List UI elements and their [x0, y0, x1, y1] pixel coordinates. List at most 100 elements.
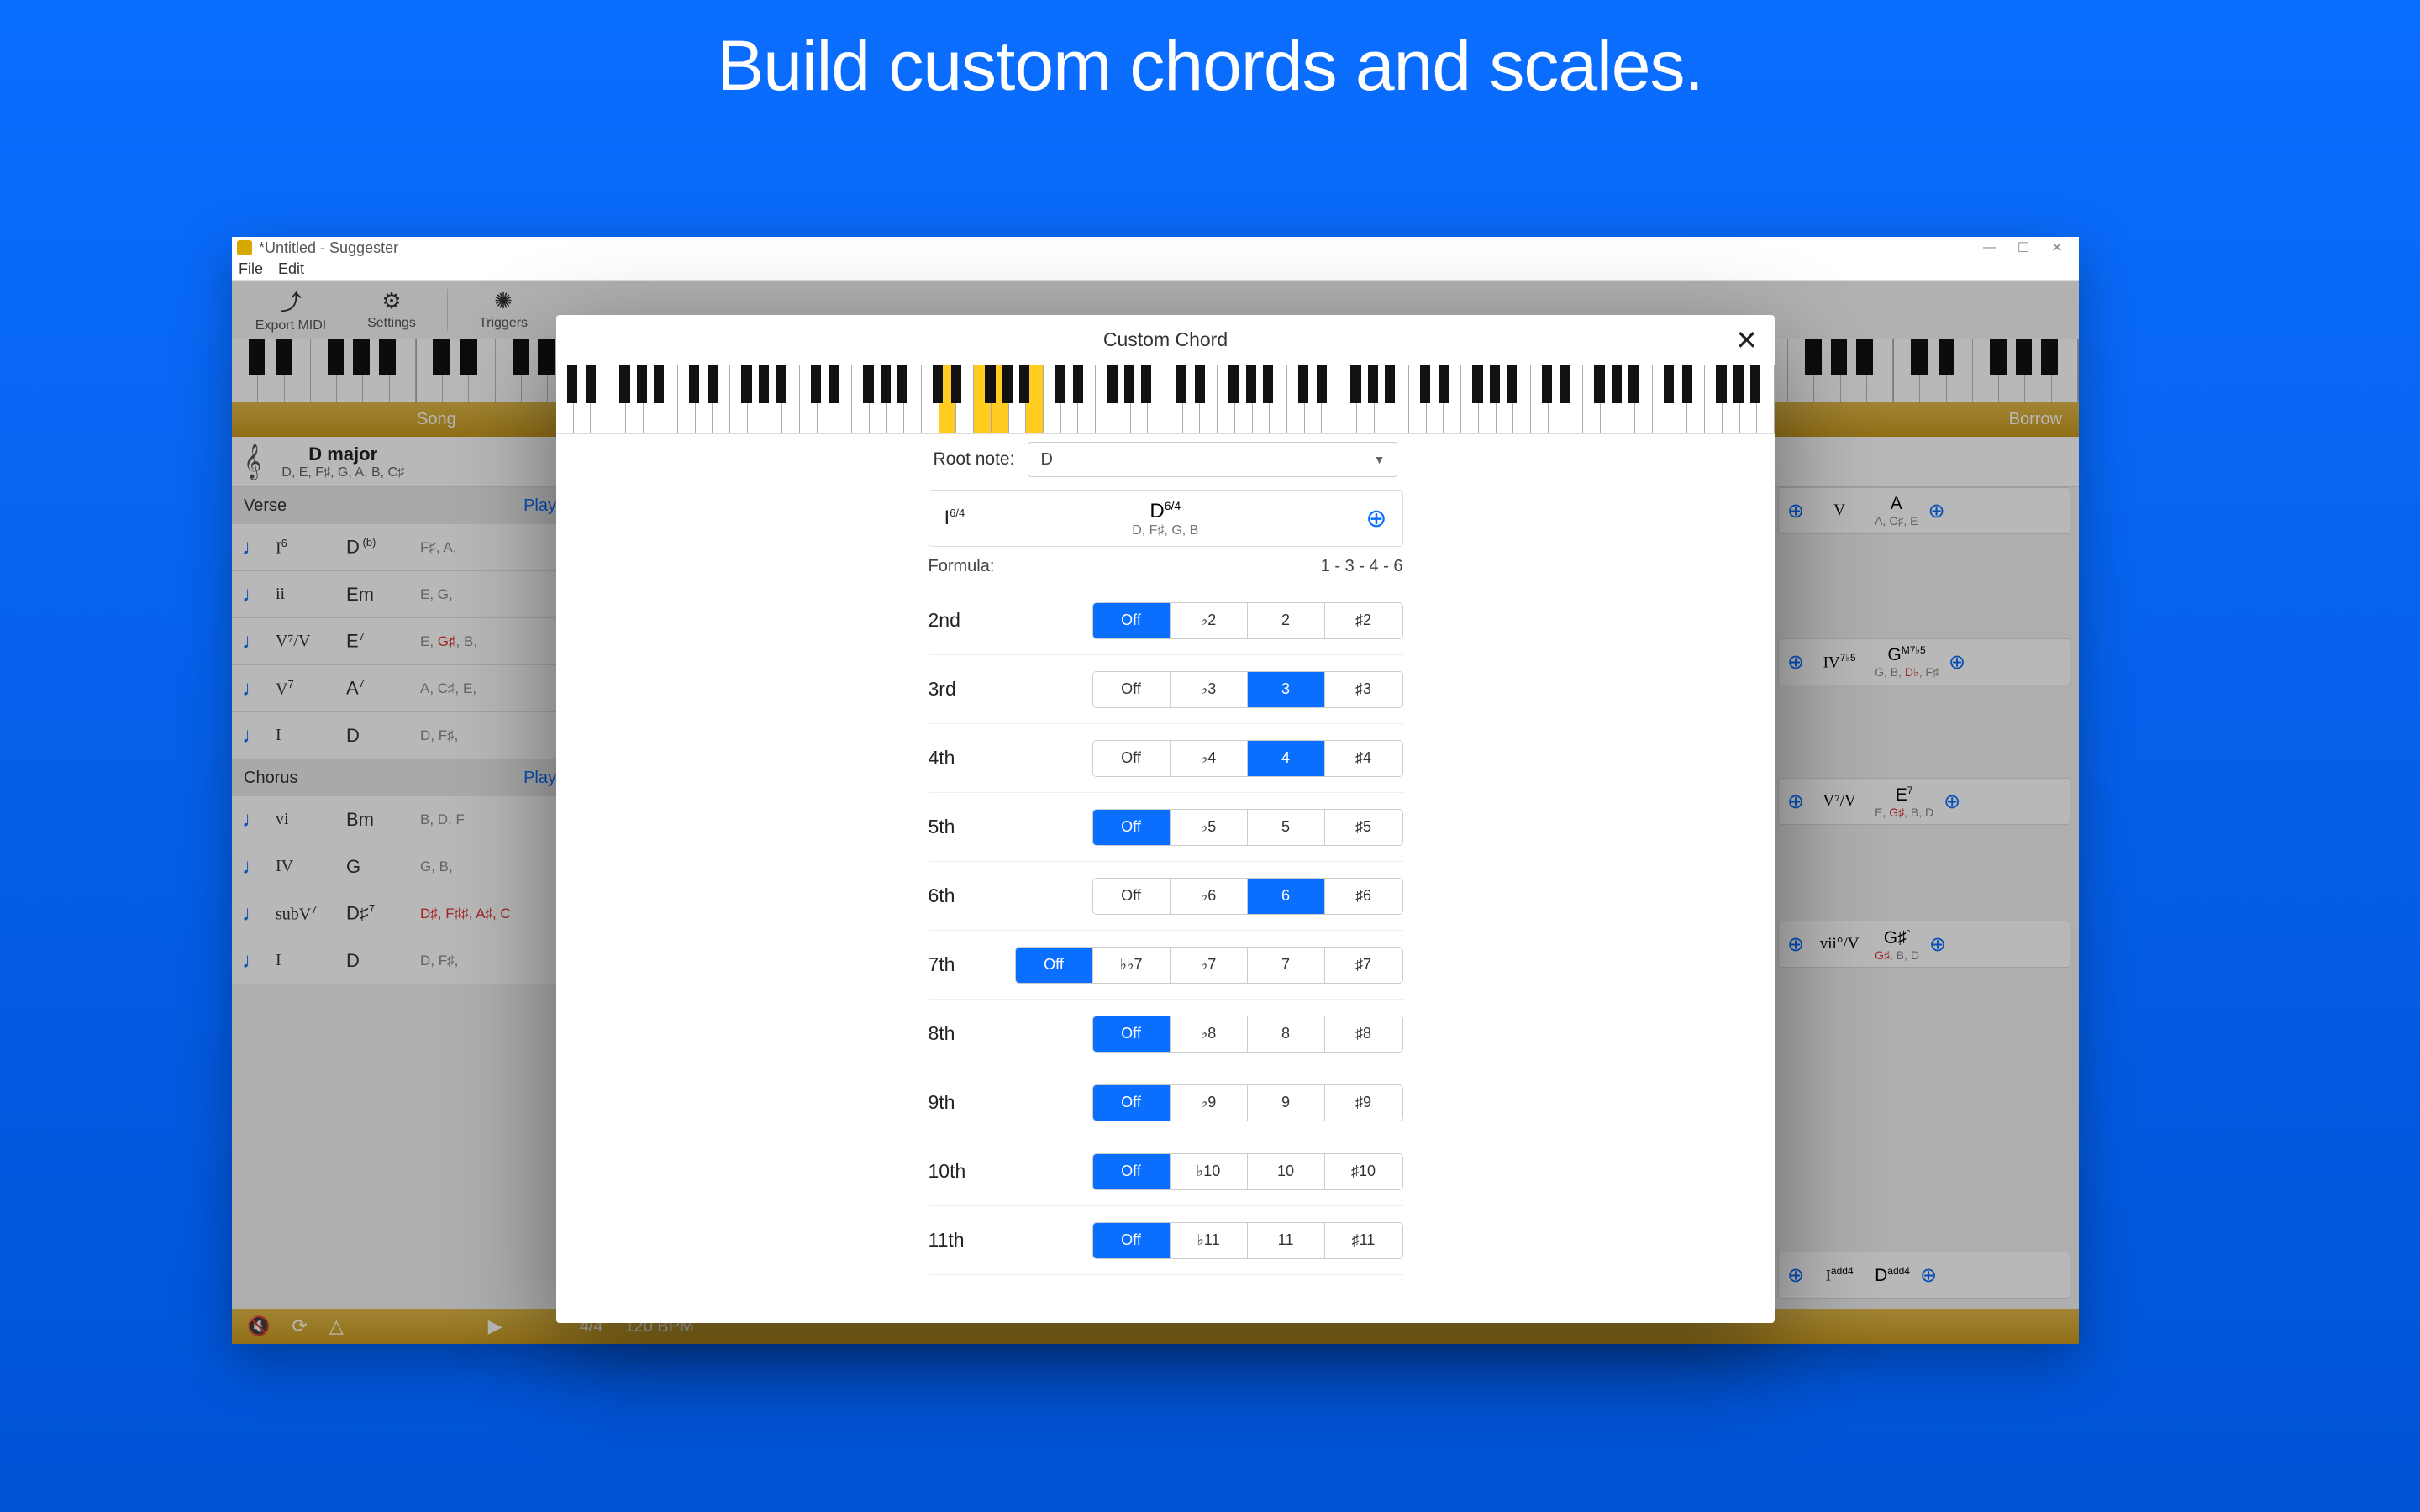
chord-row[interactable]: ♩I6D (b)F♯, A,	[232, 524, 568, 571]
minimize-button[interactable]: —	[1973, 240, 2007, 255]
chord-row[interactable]: ♩V7A7A, C♯, E,	[232, 665, 568, 712]
play-icon[interactable]: ▶	[488, 1315, 502, 1337]
add-icon[interactable]: ⊕	[1920, 1263, 1937, 1288]
segment-option[interactable]: ♯8	[1325, 1016, 1402, 1052]
segment-option[interactable]: Off	[1016, 948, 1093, 983]
segment-option[interactable]: ♯4	[1325, 741, 1402, 776]
modal-close-button[interactable]: ✕	[1735, 324, 1758, 356]
add-icon[interactable]: ⊕	[1787, 790, 1804, 814]
interval-segmented-control[interactable]: Off♭55♯5	[1092, 809, 1403, 846]
close-button[interactable]: ✕	[2040, 239, 2074, 256]
segment-option[interactable]: 10	[1248, 1154, 1325, 1189]
chord-row[interactable]: ♩IDD, F♯,	[232, 937, 568, 984]
segment-option[interactable]: ♭8	[1171, 1016, 1248, 1052]
tb-export-midi[interactable]: ⤴ Export MIDI	[240, 286, 341, 333]
segment-option[interactable]: ♯2	[1325, 603, 1402, 638]
interval-segmented-control[interactable]: Off♭66♯6	[1092, 878, 1403, 915]
segment-option[interactable]: Off	[1093, 810, 1171, 845]
chord-name: D6/4	[1150, 499, 1181, 523]
suggestion-tile[interactable]: ⊕Iadd4Dadd4⊕	[1778, 1252, 2070, 1299]
add-icon[interactable]: ⊕	[1928, 499, 1944, 523]
segment-option[interactable]: ♯9	[1325, 1085, 1402, 1121]
loop-icon[interactable]: ⟳	[292, 1315, 307, 1337]
segment-option[interactable]: ♭10	[1171, 1154, 1248, 1189]
interval-segmented-control[interactable]: Off♭33♯3	[1092, 671, 1403, 708]
segment-option[interactable]: ♯10	[1325, 1154, 1402, 1189]
segment-option[interactable]: ♭4	[1171, 741, 1248, 776]
segment-option[interactable]: ♯5	[1325, 810, 1402, 845]
modal-piano[interactable]	[556, 365, 1775, 434]
interval-segmented-control[interactable]: Off♭88♯8	[1092, 1016, 1403, 1053]
segment-option[interactable]: ♭7	[1171, 948, 1248, 983]
chord-row[interactable]: ♩IDD, F♯,	[232, 712, 568, 759]
suggestion-tile[interactable]: ⊕vii°/VG♯°G♯, B, D⊕	[1778, 921, 2070, 968]
segment-option[interactable]: Off	[1093, 1085, 1171, 1121]
segment-option[interactable]: ♭5	[1171, 810, 1248, 845]
segment-option[interactable]: ♭11	[1171, 1223, 1248, 1258]
marketing-headline: Build custom chords and scales.	[0, 0, 2420, 107]
segment-option[interactable]: 7	[1248, 948, 1325, 983]
segment-option[interactable]: ♭♭7	[1093, 948, 1171, 983]
add-icon[interactable]: ⊕	[1787, 499, 1804, 523]
add-icon[interactable]: ⊕	[1944, 790, 1960, 814]
segment-option[interactable]: Off	[1093, 1223, 1171, 1258]
segment-option[interactable]: Off	[1093, 741, 1171, 776]
segment-option[interactable]: 2	[1248, 603, 1325, 638]
play-button[interactable]: Play	[523, 769, 556, 788]
segment-option[interactable]: 9	[1248, 1085, 1325, 1121]
maximize-button[interactable]: ☐	[2007, 239, 2040, 256]
interval-label: 10th	[929, 1160, 966, 1183]
suggestion-tile[interactable]: ⊕V⁷/VE7E, G♯, B, D⊕	[1778, 778, 2070, 825]
suggestion-tile[interactable]: ⊕VAA, C♯, E⊕	[1778, 487, 2070, 534]
borrow-label[interactable]: Borrow	[2009, 410, 2062, 429]
add-icon[interactable]: ⊕	[1787, 1263, 1804, 1288]
add-chord-button[interactable]: ⊕	[1365, 504, 1386, 533]
segment-option[interactable]: ♯7	[1325, 948, 1402, 983]
interval-segmented-control[interactable]: Off♭99♯9	[1092, 1084, 1403, 1121]
add-icon[interactable]: ⊕	[1949, 650, 1965, 675]
chord-row[interactable]: ♩subV7D♯7D♯, F♯♯, A♯, C	[232, 890, 568, 937]
segment-option[interactable]: ♯3	[1325, 672, 1402, 707]
chord-row[interactable]: ♩viBmB, D, F	[232, 796, 568, 843]
segment-option[interactable]: Off	[1093, 603, 1171, 638]
add-icon[interactable]: ⊕	[1787, 650, 1804, 675]
interval-segmented-control[interactable]: Off♭44♯4	[1092, 740, 1403, 777]
menu-file[interactable]: File	[239, 260, 263, 278]
segment-option[interactable]: 8	[1248, 1016, 1325, 1052]
interval-label: 2nd	[929, 609, 960, 632]
chord-row[interactable]: ♩IVGG, B,	[232, 843, 568, 890]
segment-option[interactable]: Off	[1093, 1016, 1171, 1052]
interval-segmented-control[interactable]: Off♭22♯2	[1092, 602, 1403, 639]
segment-option[interactable]: 11	[1248, 1223, 1325, 1258]
segment-option[interactable]: ♭3	[1171, 672, 1248, 707]
segment-option[interactable]: 4	[1248, 741, 1325, 776]
add-icon[interactable]: ⊕	[1929, 932, 1946, 957]
segment-option[interactable]: ♯11	[1325, 1223, 1402, 1258]
chord-row[interactable]: ♩iiEmE, G,	[232, 571, 568, 618]
interval-segmented-control[interactable]: Off♭♭7♭77♯7	[1015, 947, 1403, 984]
add-icon[interactable]: ⊕	[1787, 932, 1804, 957]
segment-option[interactable]: Off	[1093, 1154, 1171, 1189]
segment-option[interactable]: ♭2	[1171, 603, 1248, 638]
segment-option[interactable]: ♭9	[1171, 1085, 1248, 1121]
suggestion-tile[interactable]: ⊕IV7♭5GM7♭5G, B, D♭, F♯⊕	[1778, 638, 2070, 685]
segment-option[interactable]: 6	[1248, 879, 1325, 914]
root-note-select[interactable]: D ▼	[1028, 442, 1397, 477]
segment-option[interactable]: ♭6	[1171, 879, 1248, 914]
interval-segmented-control[interactable]: Off♭1111♯11	[1092, 1222, 1403, 1259]
segment-option[interactable]: Off	[1093, 672, 1171, 707]
menu-edit[interactable]: Edit	[278, 260, 304, 278]
tb-triggers[interactable]: ✺ Triggers	[453, 288, 554, 331]
segment-option[interactable]: ♯6	[1325, 879, 1402, 914]
segment-option[interactable]: 5	[1248, 810, 1325, 845]
metronome-icon[interactable]: △	[329, 1315, 344, 1337]
chord-degree: vi	[276, 810, 334, 829]
chord-notes: G, B,	[420, 858, 453, 875]
interval-segmented-control[interactable]: Off♭1010♯10	[1092, 1153, 1403, 1190]
segment-option[interactable]: Off	[1093, 879, 1171, 914]
play-button[interactable]: Play	[523, 496, 556, 516]
segment-option[interactable]: 3	[1248, 672, 1325, 707]
mute-icon[interactable]: 🔇	[247, 1315, 270, 1337]
tb-settings[interactable]: ⚙ Settings	[341, 288, 442, 331]
chord-row[interactable]: ♩V⁷/VE7E, G♯, B,	[232, 618, 568, 665]
